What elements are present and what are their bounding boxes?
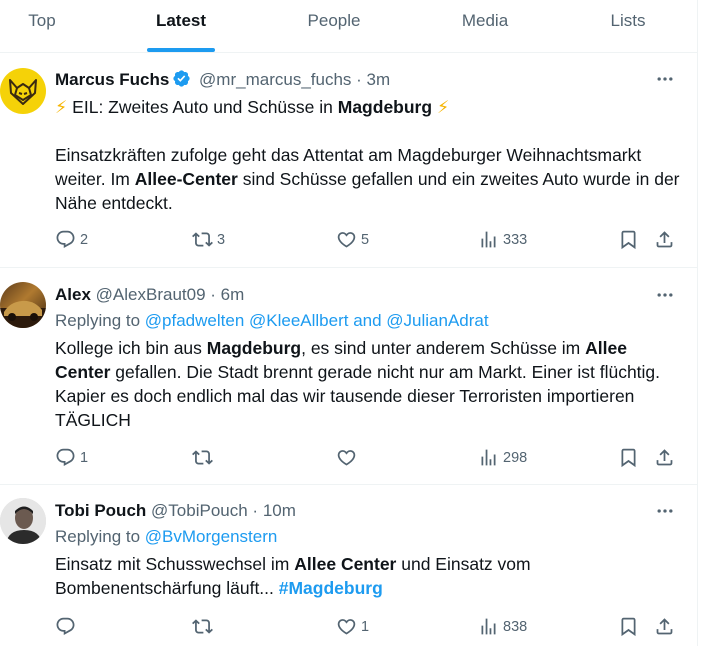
repost-icon <box>192 229 213 250</box>
timestamp[interactable]: 10m <box>263 501 296 520</box>
tweet-text: Einsatz mit Schusswechsel im Allee Cente… <box>55 554 531 598</box>
lightning-emoji-icon: ⚡ <box>55 97 68 117</box>
profile-photo-icon <box>0 498 46 544</box>
bookmark-button[interactable] <box>618 616 639 637</box>
timestamp[interactable]: 6m <box>221 285 245 304</box>
author-name[interactable]: Alex <box>55 285 91 304</box>
views-chart-icon <box>478 447 499 468</box>
repost-icon <box>192 616 213 637</box>
verified-badge-icon <box>173 70 190 87</box>
replying-to-links[interactable]: @BvMorgenstern <box>145 527 278 546</box>
like-button[interactable]: 5 <box>336 229 369 250</box>
bookmark-icon <box>618 447 639 468</box>
views-chart-icon <box>478 616 499 637</box>
car-photo-icon <box>0 300 46 328</box>
avatar[interactable] <box>0 282 46 328</box>
tweet-actions: 2 3 5 333 <box>0 229 697 253</box>
replying-to-links[interactable]: @pfadwelten @KleeAllbert and @JulianAdra… <box>145 311 489 330</box>
author-name[interactable]: Marcus Fuchs <box>55 70 169 89</box>
like-button[interactable]: 1 <box>336 616 369 637</box>
active-tab-indicator <box>147 48 215 52</box>
bookmark-icon <box>618 229 639 250</box>
heart-icon <box>336 447 357 468</box>
lightning-emoji-icon: ⚡ <box>436 97 450 117</box>
tweet-actions: 1 298 <box>0 447 697 471</box>
bookmark-button[interactable] <box>618 229 639 250</box>
repost-button[interactable] <box>192 447 217 468</box>
avatar[interactable] <box>0 498 46 544</box>
repost-icon <box>192 447 213 468</box>
tweet-actions: 1 838 <box>0 616 697 640</box>
views-button[interactable]: 333 <box>478 229 527 250</box>
reply-button[interactable]: 2 <box>55 229 88 250</box>
replying-to: Replying to @BvMorgenstern <box>55 527 278 546</box>
tweet[interactable]: Alex @AlexBraut09 · 6m Replying to @pfad… <box>0 268 697 485</box>
share-button[interactable] <box>654 447 675 468</box>
share-button[interactable] <box>654 616 675 637</box>
share-button[interactable] <box>654 229 675 250</box>
tweet-text: Kollege ich bin aus Magdeburg, es sind u… <box>55 338 661 430</box>
bookmark-icon <box>618 616 639 637</box>
author-handle[interactable]: @TobiPouch <box>151 501 248 520</box>
feed-border <box>697 0 698 646</box>
search-tabs: Top Latest People Media Lists <box>0 0 697 53</box>
repost-button[interactable]: 3 <box>192 229 225 250</box>
reply-icon <box>55 229 76 250</box>
fox-logo-icon <box>9 79 37 105</box>
tweet-header: Tobi Pouch @TobiPouch · 10m <box>55 501 296 520</box>
tab-latest[interactable]: Latest <box>137 0 225 52</box>
timestamp[interactable]: 3m <box>367 70 391 89</box>
tweet[interactable]: Marcus Fuchs @mr_marcus_fuchs · 3m ⚡ EIL… <box>0 53 697 268</box>
reply-icon <box>55 447 76 468</box>
replying-to: Replying to @pfadwelten @KleeAllbert and… <box>55 311 489 330</box>
heart-icon <box>336 229 357 250</box>
tweet-text: ⚡ EIL: Zweites Auto und Schüsse in Magde… <box>55 97 680 213</box>
reply-button[interactable]: 1 <box>55 447 88 468</box>
like-button[interactable] <box>336 447 361 468</box>
bookmark-button[interactable] <box>618 447 639 468</box>
share-icon <box>654 229 675 250</box>
tweet-header: Alex @AlexBraut09 · 6m <box>55 285 245 304</box>
tab-lists[interactable]: Lists <box>584 0 672 52</box>
tab-media[interactable]: Media <box>441 0 529 52</box>
views-button[interactable]: 838 <box>478 616 527 637</box>
heart-icon <box>336 616 357 637</box>
tab-top[interactable]: Top <box>0 0 84 52</box>
author-name[interactable]: Tobi Pouch <box>55 501 146 520</box>
share-icon <box>654 447 675 468</box>
more-options-icon[interactable] <box>654 285 676 305</box>
views-button[interactable]: 298 <box>478 447 527 468</box>
reply-icon <box>55 616 76 637</box>
more-options-icon[interactable] <box>654 501 676 521</box>
more-options-icon[interactable] <box>654 69 676 89</box>
author-handle[interactable]: @mr_marcus_fuchs <box>199 70 351 89</box>
views-chart-icon <box>478 229 499 250</box>
hashtag-link[interactable]: #Magdeburg <box>279 578 383 598</box>
share-icon <box>654 616 675 637</box>
author-handle[interactable]: @AlexBraut09 <box>96 285 206 304</box>
repost-button[interactable] <box>192 616 217 637</box>
reply-button[interactable] <box>55 616 80 637</box>
avatar[interactable] <box>0 68 46 114</box>
tab-people[interactable]: People <box>290 0 378 52</box>
tweet[interactable]: Tobi Pouch @TobiPouch · 10m Replying to … <box>0 485 697 646</box>
tweet-header: Marcus Fuchs @mr_marcus_fuchs · 3m <box>55 70 391 89</box>
